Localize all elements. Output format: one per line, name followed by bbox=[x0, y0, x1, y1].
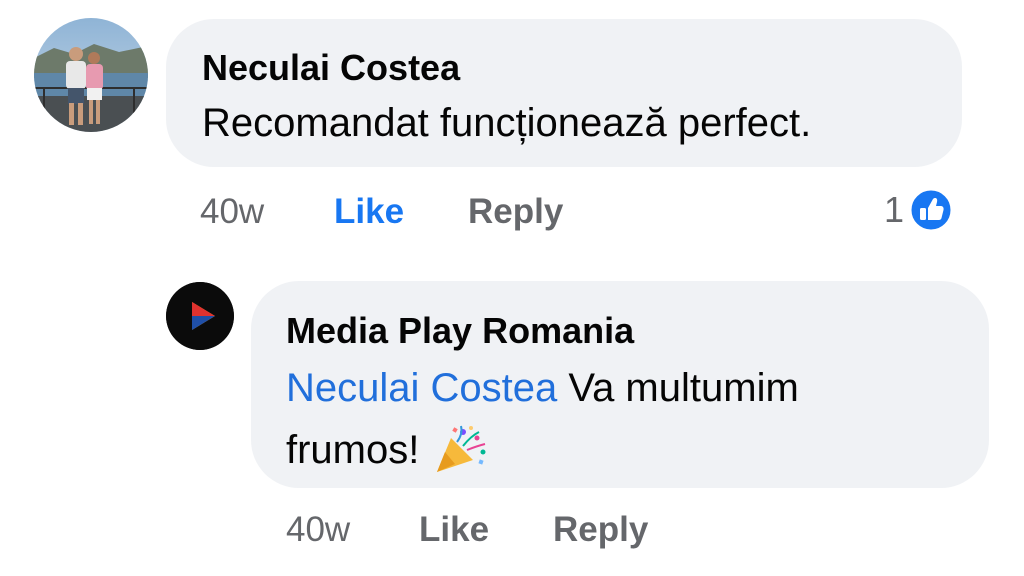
comment-bubble: Neculai Costea Recomandat funcționează p… bbox=[166, 19, 962, 167]
reply-timestamp[interactable]: 40w bbox=[286, 510, 350, 550]
reply-author[interactable]: Media Play Romania bbox=[286, 310, 634, 352]
comment-like-button[interactable]: Like bbox=[334, 192, 404, 232]
reply-text-part: Va multumim bbox=[557, 366, 799, 410]
party-popper-icon bbox=[433, 424, 489, 476]
reply-like-button[interactable]: Like bbox=[419, 510, 489, 550]
comment-timestamp[interactable]: 40w bbox=[200, 192, 264, 232]
profile-photo-icon bbox=[34, 18, 148, 132]
commenter-avatar[interactable] bbox=[34, 18, 148, 132]
reaction-count: 1 bbox=[884, 189, 905, 230]
reply-text-line2: frumos! bbox=[286, 424, 489, 476]
reply-text-part: frumos! bbox=[286, 427, 420, 472]
comment-reply-button[interactable]: Reply bbox=[468, 192, 563, 232]
comment-text: Recomandat funcționează perfect. bbox=[202, 101, 812, 145]
reply-text-line1: Neculai Costea Va multumim bbox=[286, 366, 799, 411]
reply-bubble: Media Play Romania Neculai Costea Va mul… bbox=[251, 281, 989, 488]
page-avatar[interactable] bbox=[166, 282, 234, 350]
media-play-logo-icon bbox=[166, 282, 234, 350]
reaction-summary[interactable]: 1 bbox=[884, 187, 954, 233]
reply-reply-button[interactable]: Reply bbox=[553, 510, 648, 550]
comment-author[interactable]: Neculai Costea bbox=[202, 47, 460, 89]
like-thumb-icon bbox=[908, 187, 954, 233]
mention-link[interactable]: Neculai Costea bbox=[286, 366, 557, 410]
